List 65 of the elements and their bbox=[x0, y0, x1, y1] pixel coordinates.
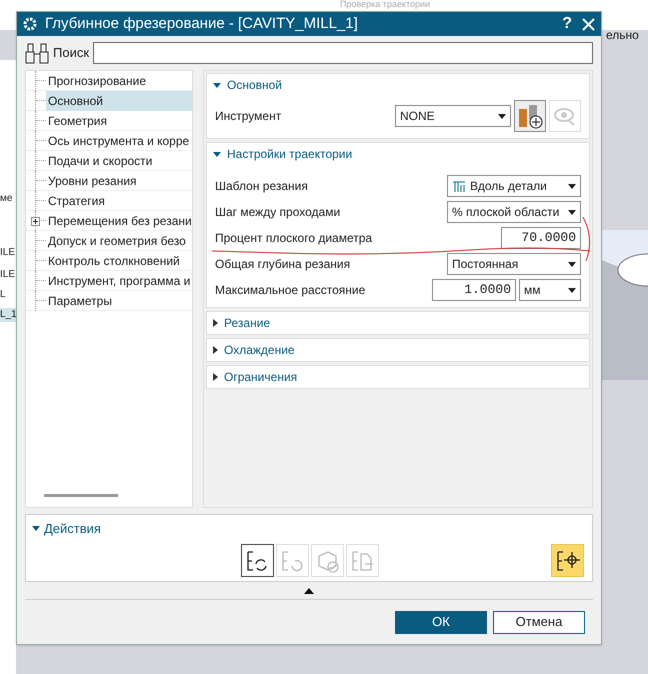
field-label: Общая глубина резания bbox=[215, 256, 352, 273]
scrollbar-thumb[interactable] bbox=[44, 494, 118, 497]
binoculars-icon bbox=[25, 42, 49, 64]
number-field[interactable]: 1.0000 bbox=[432, 279, 516, 301]
table-cell: ILE bbox=[0, 246, 16, 260]
expand-icon[interactable] bbox=[213, 373, 218, 381]
collapse-arrow-icon[interactable] bbox=[304, 588, 314, 594]
section-title[interactable]: Действия bbox=[44, 519, 101, 538]
number-field[interactable]: 70.0000 bbox=[501, 227, 581, 249]
caret-icon bbox=[568, 184, 576, 188]
caret-icon bbox=[568, 210, 576, 214]
new-tool-button[interactable] bbox=[514, 100, 546, 132]
table-cell-text: ме bbox=[0, 192, 14, 206]
field-label: Шаг между проходами bbox=[215, 204, 342, 221]
caret-icon bbox=[568, 288, 576, 292]
tree-item[interactable]: Параметры bbox=[46, 290, 192, 310]
search-label: Поиск bbox=[53, 44, 90, 62]
field-label: Шаблон резания bbox=[215, 178, 309, 195]
tree-item[interactable]: Стратегия bbox=[46, 190, 192, 210]
collapse-icon[interactable] bbox=[32, 526, 40, 532]
tool-add-icon bbox=[517, 103, 543, 129]
tree-item[interactable]: Допуск и геометрия безо bbox=[46, 230, 192, 250]
table-cell-text: L bbox=[0, 288, 7, 302]
help-button[interactable]: ? bbox=[562, 12, 572, 36]
dropdown[interactable]: мм bbox=[519, 279, 581, 301]
tree-item[interactable]: Основной bbox=[46, 90, 192, 110]
expand-icon[interactable] bbox=[213, 346, 218, 354]
caret-icon bbox=[568, 262, 576, 266]
section-title[interactable]: Резание bbox=[224, 314, 270, 332]
dropdown[interactable]: Вдоль детали bbox=[447, 175, 581, 197]
field-label: Процент плоского диаметра bbox=[215, 230, 374, 247]
tree-item[interactable]: Прогнозирование bbox=[46, 70, 192, 90]
dropdown[interactable]: NONE bbox=[395, 105, 511, 127]
window-title: Глубинное фрезерование - [CAVITY_MILL_1] bbox=[45, 14, 359, 34]
tree-item[interactable]: Уровни резания bbox=[46, 170, 192, 190]
close-icon[interactable] bbox=[582, 18, 595, 30]
collapse-icon[interactable] bbox=[213, 82, 221, 88]
table-cell: L_1 bbox=[0, 308, 16, 322]
field-label: Максимальное расстояние bbox=[215, 282, 366, 299]
generate-button[interactable] bbox=[241, 544, 274, 577]
eye-wrench-icon bbox=[554, 106, 576, 126]
expand-icon[interactable] bbox=[31, 217, 40, 226]
tree-item[interactable]: Инструмент, программа и bbox=[46, 270, 192, 290]
section-title[interactable]: Ограничения bbox=[224, 368, 298, 386]
tree-item[interactable]: Ось инструмента и корре bbox=[46, 130, 192, 150]
caret-icon bbox=[498, 114, 506, 118]
tree-item[interactable]: Контроль столкновений bbox=[46, 250, 192, 270]
collapse-icon[interactable] bbox=[213, 152, 221, 156]
tree-item[interactable]: Перемещения без резани bbox=[46, 210, 192, 230]
section-title[interactable]: Охлаждение bbox=[224, 341, 295, 359]
expand-icon[interactable] bbox=[213, 319, 218, 327]
toolbar-label[interactable]: ельно bbox=[606, 26, 639, 44]
cancel-button[interactable]: Отмена bbox=[493, 610, 585, 634]
section-title[interactable]: Основной bbox=[227, 76, 282, 94]
table-cell: ILE bbox=[0, 268, 16, 282]
section-title[interactable]: Настройки траектории bbox=[227, 145, 352, 163]
dropdown[interactable]: Постоянная bbox=[447, 253, 581, 275]
dropdown[interactable]: % плоской области bbox=[447, 201, 581, 223]
tree-item[interactable]: Геометрия bbox=[46, 110, 192, 130]
ok-button[interactable]: ОК bbox=[395, 610, 487, 634]
locate-button[interactable] bbox=[551, 544, 584, 577]
gear-icon bbox=[23, 17, 37, 31]
tree-item[interactable]: Подачи и скорости bbox=[46, 150, 192, 170]
search-field[interactable] bbox=[93, 42, 593, 64]
field-label: Инструмент bbox=[215, 108, 282, 125]
